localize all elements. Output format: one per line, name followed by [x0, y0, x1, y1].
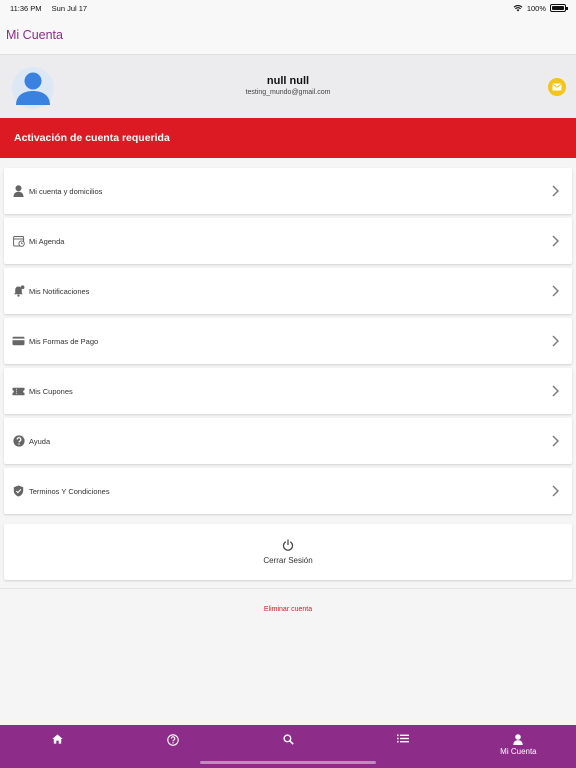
- menu-item-ayuda[interactable]: Ayuda: [4, 418, 572, 464]
- mail-icon: [552, 83, 562, 91]
- battery-icon: [550, 4, 568, 12]
- menu-item-mi-cuenta[interactable]: Mi cuenta y domicilios: [4, 168, 572, 214]
- credit-card-icon: [12, 336, 25, 346]
- menu-item-cupones[interactable]: Mis Cupones: [4, 368, 572, 414]
- person-icon: [13, 185, 24, 197]
- activation-banner-text: Activación de cuenta requerida: [14, 132, 170, 144]
- bell-icon: [13, 285, 24, 297]
- wifi-icon: [513, 5, 523, 12]
- tab-mi-cuenta[interactable]: Mi Cuenta: [461, 725, 576, 768]
- activation-banner[interactable]: Activación de cuenta requerida: [0, 118, 576, 158]
- menu-item-label: Mi Agenda: [29, 236, 65, 246]
- menu-item-mi-agenda[interactable]: Mi Agenda: [4, 218, 572, 264]
- menu-item-notificaciones[interactable]: Mis Notificaciones: [4, 268, 572, 314]
- status-right: 100%: [513, 3, 568, 13]
- chevron-right-icon: [552, 485, 559, 497]
- power-icon: [282, 539, 294, 551]
- menu-item-label: Mi cuenta y domicilios: [29, 186, 103, 196]
- status-time: 11:36 PM: [10, 3, 42, 13]
- logout-label: Cerrar Sesión: [263, 556, 313, 565]
- menu-list: Mi cuenta y domicilios Mi Agenda Mis Not…: [4, 168, 572, 518]
- ticket-icon: [12, 387, 25, 395]
- chevron-right-icon: [552, 435, 559, 447]
- shield-icon: [13, 485, 24, 497]
- menu-item-label: Ayuda: [29, 436, 51, 446]
- battery-percent: 100%: [526, 3, 546, 13]
- chevron-right-icon: [552, 335, 559, 347]
- search-icon: [282, 734, 294, 745]
- profile-email: testing_mundo@gmail.com: [245, 89, 331, 96]
- delete-account-link[interactable]: Eliminar cuenta: [0, 606, 576, 613]
- menu-item-label: Mis Formas de Pago: [29, 336, 99, 346]
- app-header: Mi Cuenta: [0, 16, 576, 54]
- avatar[interactable]: [12, 67, 54, 109]
- status-date: Sun Jul 17: [51, 3, 88, 13]
- tab-label: Mi Cuenta: [500, 747, 537, 756]
- page-title: Mi Cuenta: [6, 28, 63, 42]
- chevron-right-icon: [552, 185, 559, 197]
- divider: [0, 588, 576, 589]
- list-icon: [397, 734, 410, 743]
- bottom-nav: Mi Cuenta: [0, 725, 576, 768]
- status-left: 11:36 PM Sun Jul 17: [10, 4, 95, 13]
- menu-item-terminos[interactable]: Terminos Y Condiciones: [4, 468, 572, 514]
- home-indicator: [200, 761, 376, 764]
- help-icon: [12, 435, 25, 447]
- calendar-clock-icon: [12, 236, 25, 247]
- menu-item-label: Mis Notificaciones: [29, 286, 90, 296]
- mail-button[interactable]: [548, 78, 566, 96]
- profile-card: null null testing_mundo@gmail.com: [0, 54, 576, 118]
- chevron-right-icon: [552, 285, 559, 297]
- profile-name: null null: [266, 75, 310, 87]
- menu-item-formas-de-pago[interactable]: Mis Formas de Pago: [4, 318, 572, 364]
- logout-button[interactable]: Cerrar Sesión: [4, 524, 572, 580]
- menu-item-label: Mis Cupones: [29, 386, 73, 396]
- tab-home[interactable]: [0, 725, 115, 768]
- chevron-right-icon: [552, 385, 559, 397]
- chevron-right-icon: [552, 235, 559, 247]
- status-bar: 11:36 PM Sun Jul 17 100%: [0, 0, 576, 16]
- home-icon: [52, 734, 63, 744]
- person-icon: [513, 734, 524, 745]
- menu-item-label: Terminos Y Condiciones: [29, 486, 110, 496]
- help-icon: [167, 734, 179, 746]
